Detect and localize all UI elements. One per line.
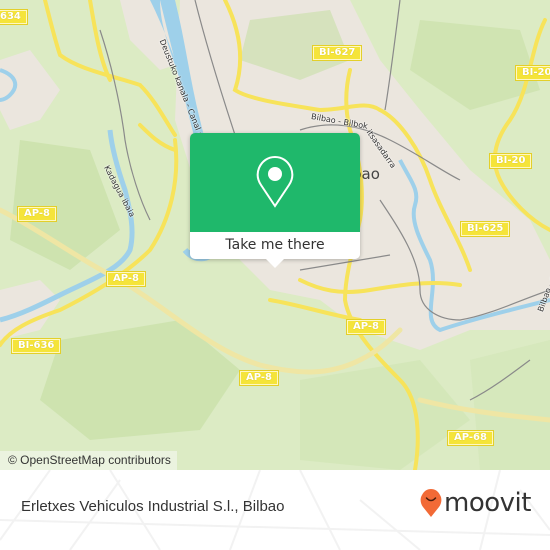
road-shield-ap8: AP-8 xyxy=(105,271,147,287)
location-pin-icon xyxy=(256,155,294,208)
road-shield-ap8: AP-8 xyxy=(16,206,58,222)
road-shield-bi634: 634 xyxy=(0,9,28,25)
road-shield-bi625: BI-625 xyxy=(459,221,511,237)
road-shield-ap68: AP-68 xyxy=(447,430,494,446)
popup-header xyxy=(190,133,360,232)
road-shield-bi20: BI-20 xyxy=(488,153,533,169)
footer: Erletxes Vehiculos Industrial S.l., Bilb… xyxy=(0,470,550,550)
popup-tail xyxy=(266,259,284,268)
take-me-there-button[interactable]: Take me there xyxy=(190,232,360,259)
road-shield-bi20: BI-20 xyxy=(514,65,550,81)
road-shield-ap8: AP-8 xyxy=(345,319,387,335)
road-shield-ap8: AP-8 xyxy=(238,370,280,386)
map-attribution[interactable]: © OpenStreetMap contributors xyxy=(0,451,177,470)
road-shield-bi636: BI-636 xyxy=(10,338,62,354)
moovit-pin-icon xyxy=(420,489,442,517)
moovit-logo[interactable]: moovit xyxy=(420,488,531,518)
place-title: Erletxes Vehiculos Industrial S.l., Bilb… xyxy=(21,498,285,515)
map-view[interactable]: 634 BI-627 BI-20 BI-20 BI-625 AP-8 AP-8 … xyxy=(0,0,550,470)
location-popup: Take me there xyxy=(190,133,360,268)
road-shield-bi627: BI-627 xyxy=(311,45,363,61)
moovit-wordmark: moovit xyxy=(444,488,531,518)
